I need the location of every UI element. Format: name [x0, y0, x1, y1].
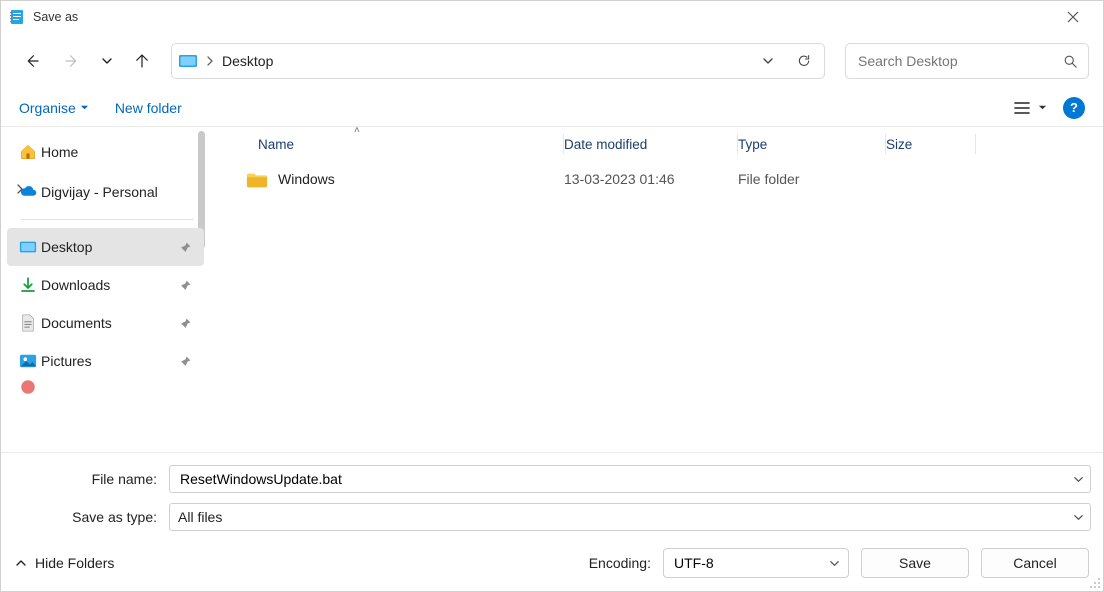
filename-label: File name: [13, 471, 161, 487]
column-header-name[interactable]: Name [258, 127, 564, 161]
footer: Hide Folders Encoding: UTF-8 Save Cancel [1, 535, 1103, 591]
column-headers: ˄ Name Date modified Type Size [206, 127, 1103, 161]
sidebar-item-onedrive[interactable]: Digvijay - Personal [7, 173, 204, 211]
column-header-size[interactable]: Size [886, 127, 976, 161]
desktop-icon [19, 238, 37, 256]
address-history-button[interactable] [754, 47, 782, 75]
sidebar-item-documents[interactable]: Documents [7, 304, 204, 342]
cancel-button[interactable]: Cancel [981, 548, 1089, 578]
search-input[interactable] [856, 52, 1063, 70]
help-button[interactable]: ? [1063, 97, 1085, 119]
view-options-button[interactable] [1014, 101, 1047, 115]
file-list-area: ˄ Name Date modified Type Size Windows 1… [206, 127, 1103, 452]
sidebar-item-label: Digvijay - Personal [41, 184, 158, 200]
chevron-up-icon [15, 557, 27, 569]
new-folder-button[interactable]: New folder [115, 100, 182, 116]
sidebar-item-label: Documents [41, 315, 112, 331]
file-name: Windows [278, 171, 335, 187]
close-button[interactable] [1051, 1, 1095, 33]
home-icon [19, 143, 37, 161]
pin-icon [179, 279, 192, 292]
arrow-up-icon [133, 52, 151, 70]
forward-button[interactable] [55, 44, 89, 78]
up-button[interactable] [125, 44, 159, 78]
nav-bar: Desktop [1, 33, 1103, 89]
filetype-combo[interactable]: All files [169, 503, 1091, 531]
sidebar: Home Digvijay - Personal Desktop [1, 127, 206, 452]
refresh-icon [796, 53, 812, 69]
recent-locations-button[interactable] [95, 44, 119, 78]
encoding-label: Encoding: [589, 555, 651, 571]
action-toolbar: Organise New folder ? [1, 89, 1103, 127]
sidebar-item-label: Desktop [41, 239, 92, 255]
file-date: 13-03-2023 01:46 [564, 171, 738, 187]
back-button[interactable] [15, 44, 49, 78]
pin-icon [179, 241, 192, 254]
caret-down-icon [80, 103, 89, 112]
column-header-date[interactable]: Date modified [564, 127, 738, 161]
title-bar: Save as [1, 1, 1103, 33]
picture-icon [19, 352, 37, 370]
address-bar[interactable]: Desktop [171, 43, 825, 79]
resize-grip-icon[interactable] [1089, 577, 1101, 589]
sidebar-item-music[interactable] [7, 380, 204, 394]
hide-folders-button[interactable]: Hide Folders [15, 555, 114, 571]
pin-icon [179, 355, 192, 368]
folder-icon [246, 171, 266, 187]
filetype-label: Save as type: [13, 509, 161, 525]
filetype-value: All files [178, 509, 222, 525]
window-title: Save as [33, 10, 1051, 24]
pin-icon [179, 317, 192, 330]
new-folder-label: New folder [115, 100, 182, 116]
arrow-right-icon [63, 52, 81, 70]
sidebar-separator [21, 219, 194, 220]
form-area: File name: Save as type: All files [1, 453, 1103, 535]
notepad-icon [9, 9, 25, 25]
sidebar-item-downloads[interactable]: Downloads [7, 266, 204, 304]
sidebar-item-label: Pictures [41, 353, 92, 369]
desktop-icon [178, 53, 198, 69]
encoding-combo[interactable]: UTF-8 [663, 548, 849, 578]
chevron-down-icon[interactable] [1073, 474, 1084, 485]
sidebar-item-desktop[interactable]: Desktop [7, 228, 204, 266]
chevron-down-icon [101, 55, 113, 67]
search-box[interactable] [845, 43, 1089, 79]
organise-label: Organise [19, 100, 76, 116]
column-header-type[interactable]: Type [738, 127, 886, 161]
close-icon [1067, 11, 1079, 23]
organise-menu[interactable]: Organise [19, 100, 89, 116]
save-as-dialog: Save as Desktop [0, 0, 1104, 592]
cloud-icon [19, 183, 37, 201]
music-icon [19, 380, 37, 394]
caret-down-icon [1038, 103, 1047, 112]
arrow-left-icon [23, 52, 41, 70]
refresh-button[interactable] [790, 47, 818, 75]
filename-combo[interactable] [169, 465, 1091, 493]
sidebar-item-label: Home [41, 144, 78, 160]
chevron-down-icon [762, 55, 774, 67]
filename-input[interactable] [178, 470, 1082, 488]
sidebar-item-label: Downloads [41, 277, 110, 293]
hide-folders-label: Hide Folders [35, 555, 114, 571]
sidebar-item-pictures[interactable]: Pictures [7, 342, 204, 380]
filename-row: File name: [13, 465, 1091, 493]
file-type: File folder [738, 171, 886, 187]
filetype-row: Save as type: All files [13, 503, 1091, 531]
breadcrumb-location[interactable]: Desktop [222, 53, 273, 69]
sidebar-item-home[interactable]: Home [7, 133, 204, 171]
table-row[interactable]: Windows 13-03-2023 01:46 File folder [206, 161, 1103, 197]
search-icon [1063, 54, 1078, 69]
download-icon [19, 276, 37, 294]
document-icon [19, 314, 37, 332]
encoding-value: UTF-8 [674, 555, 714, 571]
chevron-down-icon[interactable] [1073, 512, 1084, 523]
chevron-down-icon[interactable] [829, 558, 840, 569]
list-icon [1014, 101, 1030, 115]
save-button[interactable]: Save [861, 548, 969, 578]
breadcrumb-separator-icon [206, 56, 214, 66]
body-area: Home Digvijay - Personal Desktop [1, 127, 1103, 453]
